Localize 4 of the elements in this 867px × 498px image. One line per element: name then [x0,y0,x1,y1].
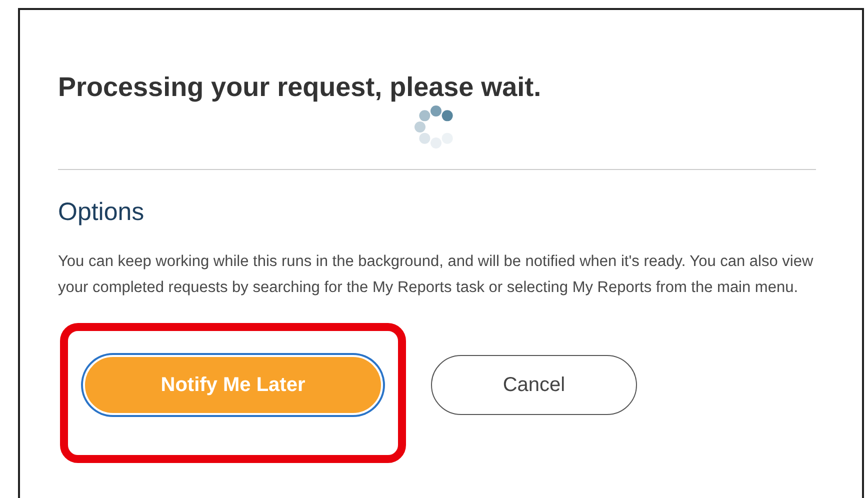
options-heading: Options [58,198,146,227]
options-text: You can keep working while this runs in the background, and will be notified when it's ready. You can also view your completed requests by searching for the My Reports task or selecting My Reports from the main menu. [58,252,814,298]
dialog-title: Processing your request, please wait. [58,72,542,103]
cancel-button[interactable]: Cancel [431,355,637,415]
